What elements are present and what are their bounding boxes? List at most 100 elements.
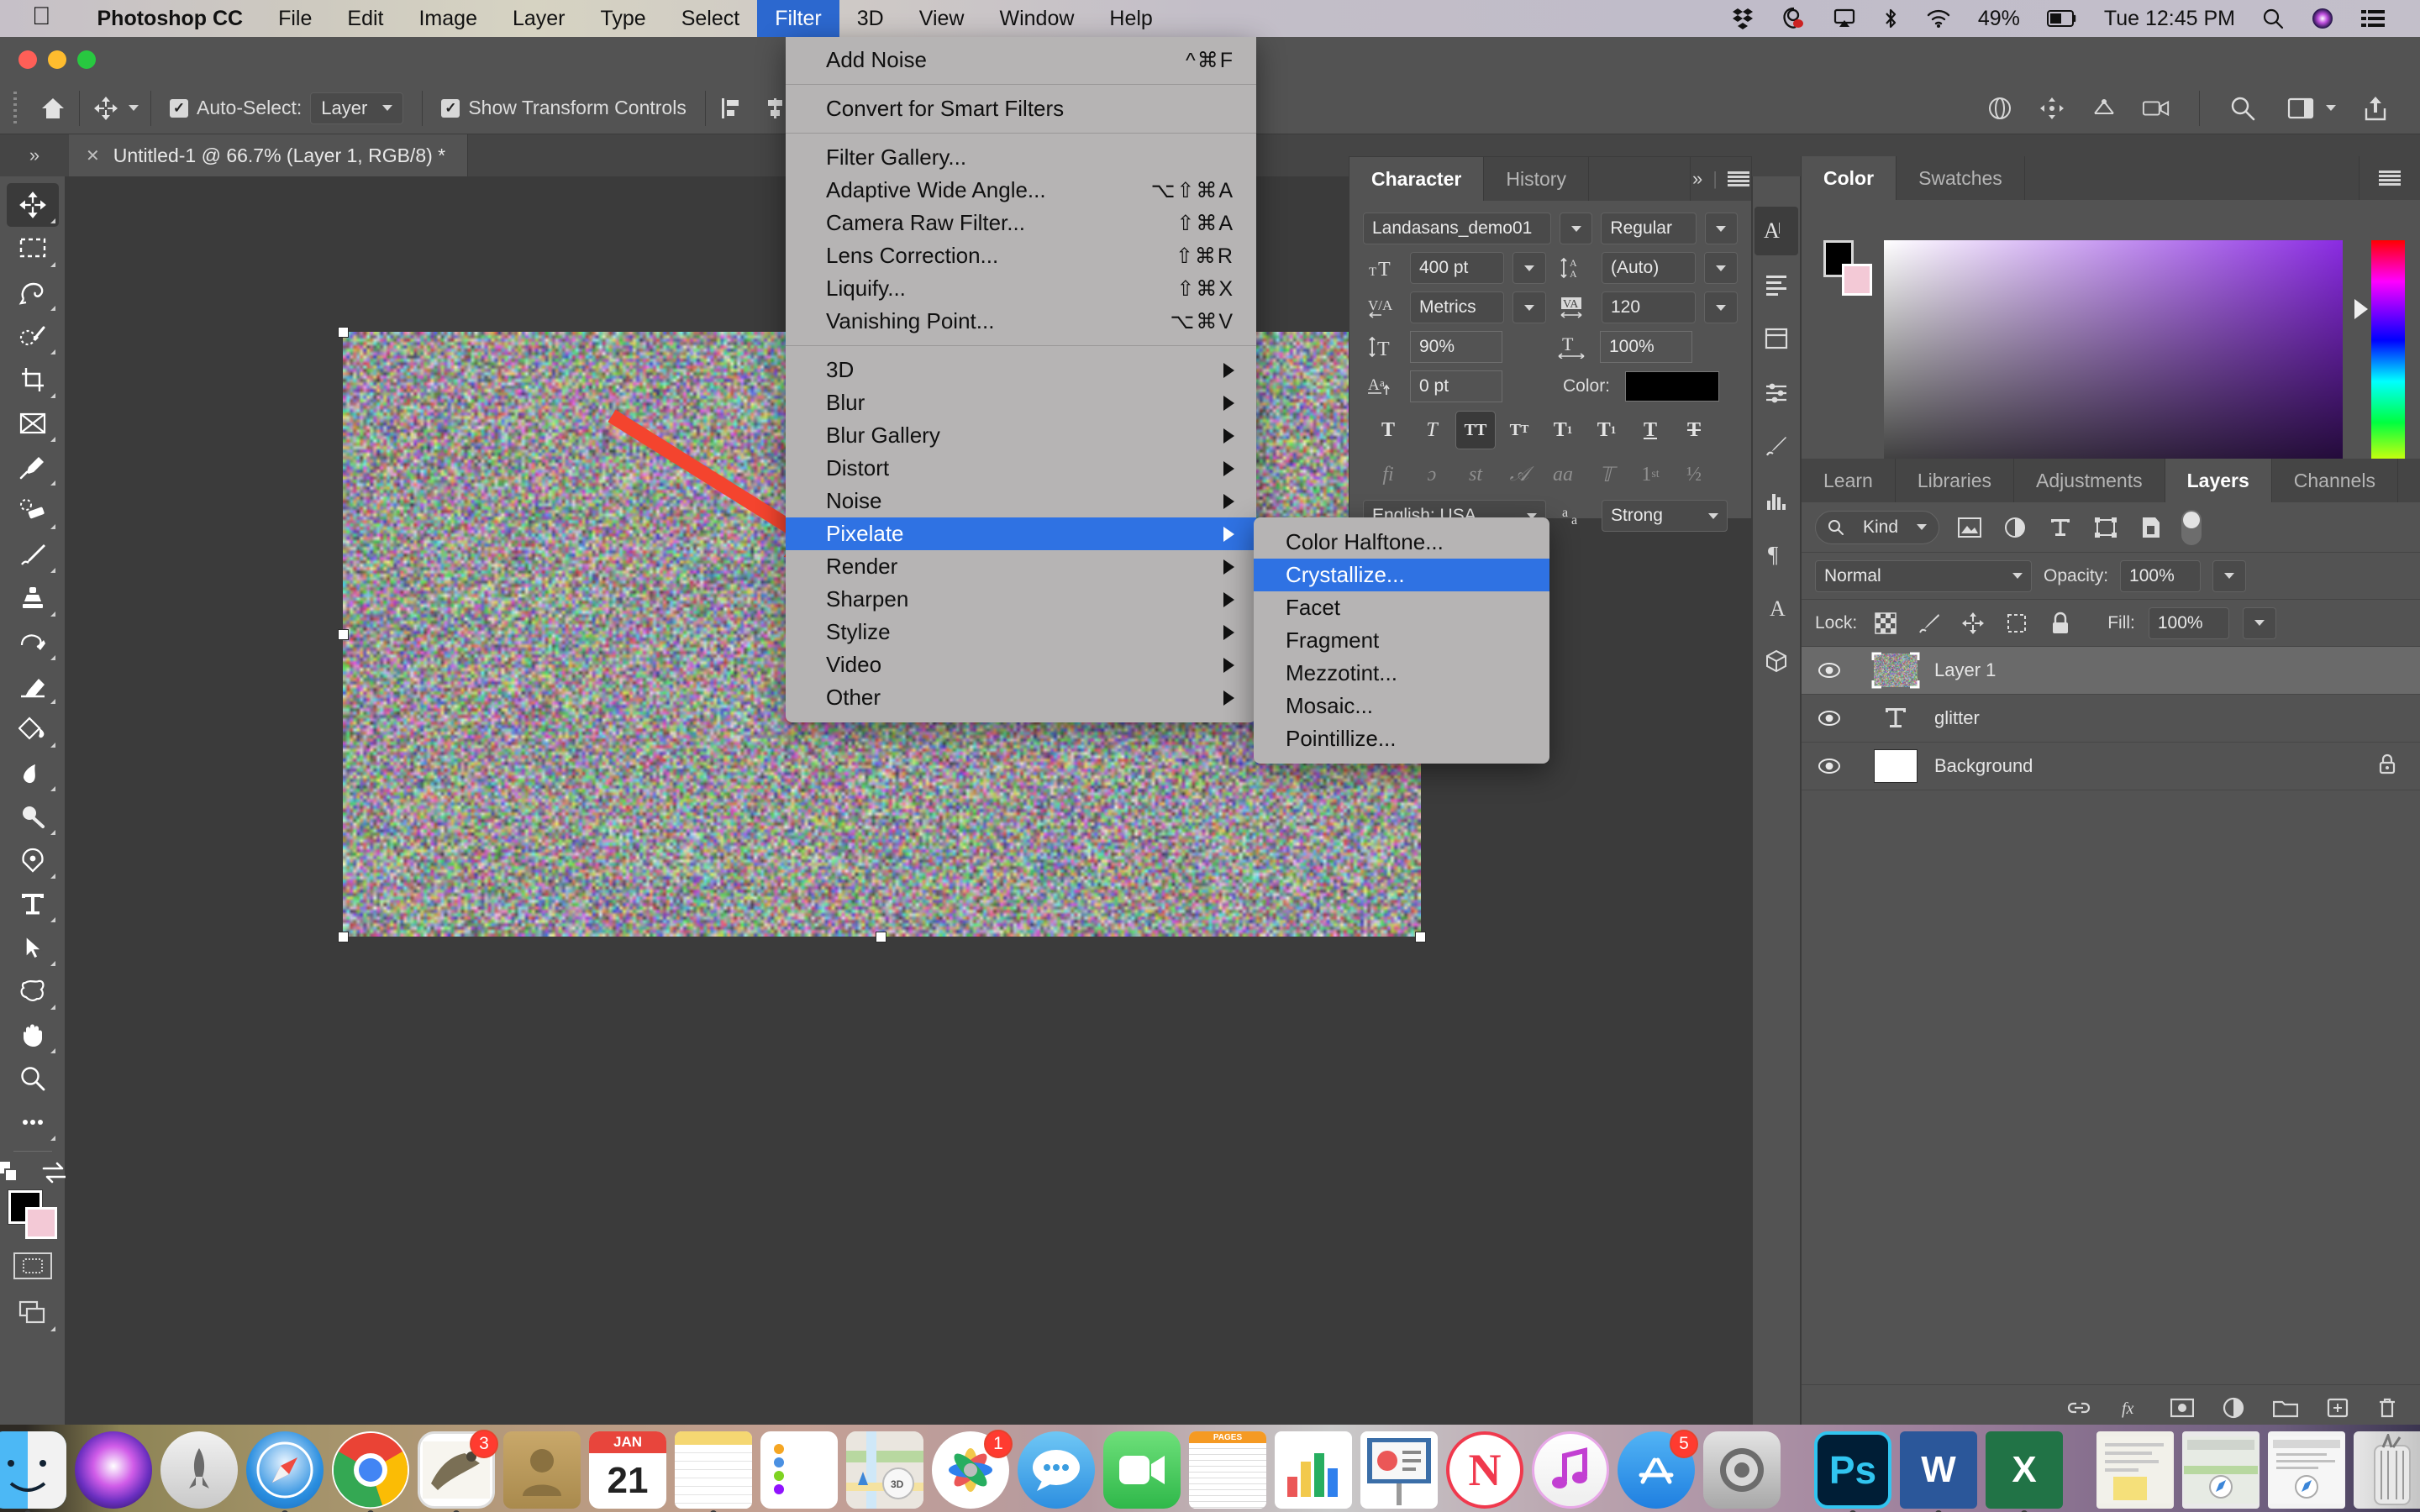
close-window-button[interactable]	[18, 50, 37, 69]
new-group-icon[interactable]	[2273, 1398, 2298, 1423]
3d-camera-icon[interactable]	[2142, 94, 2170, 123]
layer-filter-kind-dropdown[interactable]: Kind	[1815, 511, 1939, 544]
swash-icon[interactable]: 𝒜	[1499, 456, 1539, 493]
dock-item-trash[interactable]	[2354, 1431, 2420, 1509]
workspace-icon[interactable]	[2287, 94, 2316, 123]
quick-mask-icon[interactable]	[13, 1252, 52, 1279]
fill-dropdown[interactable]	[2243, 607, 2276, 639]
tab-libraries[interactable]: Libraries	[1896, 459, 2014, 502]
crop-tool[interactable]	[7, 358, 59, 402]
menu-item-other[interactable]: Other	[786, 681, 1256, 714]
hue-slider-thumb[interactable]	[2354, 299, 2368, 319]
dock-item-app-store[interactable]: 5	[1618, 1431, 1695, 1509]
move-tool-icon[interactable]	[92, 94, 120, 123]
tab-character[interactable]: Character	[1349, 157, 1484, 201]
contextual-alternates-icon[interactable]: ɔ	[1412, 456, 1452, 493]
fill-field[interactable]: 100%	[2149, 607, 2229, 639]
panel-menu-icon[interactable]	[1728, 171, 1749, 186]
default-colors-icon[interactable]	[0, 1160, 25, 1185]
menu-item-image[interactable]: Image	[401, 0, 494, 37]
history-brush-tool[interactable]	[7, 620, 59, 664]
auto-select-dropdown[interactable]: Layer	[310, 92, 403, 124]
path-selection-tool[interactable]	[7, 926, 59, 969]
text-color-swatch[interactable]	[1625, 371, 1719, 402]
type-layers-filter-icon[interactable]	[2045, 512, 2075, 543]
search-icon[interactable]	[2249, 0, 2297, 37]
menu-item-add-noise[interactable]: Add Noise ^⌘F	[786, 44, 1256, 76]
submenu-item-mezzotint[interactable]: Mezzotint...	[1254, 657, 1549, 690]
subscript-icon[interactable]: T1	[1586, 411, 1627, 449]
kerning-dropdown[interactable]	[1512, 291, 1546, 323]
opacity-dropdown[interactable]	[2212, 560, 2246, 592]
menu-item-layer[interactable]: Layer	[495, 0, 583, 37]
apple-logo-icon[interactable]: 	[32, 4, 51, 29]
menu-item-video[interactable]: Video	[786, 648, 1256, 681]
lasso-tool[interactable]	[7, 270, 59, 314]
strikethrough-icon[interactable]: T	[1674, 411, 1714, 449]
menu-item-distort[interactable]: Distort	[786, 452, 1256, 485]
cleanmymac-icon[interactable]	[1768, 0, 1820, 37]
control-center-icon[interactable]	[2348, 0, 2398, 37]
3d-mode-slide-icon[interactable]	[2090, 94, 2118, 123]
new-layer-icon[interactable]	[2327, 1397, 2349, 1424]
font-size-dropdown[interactable]	[1512, 252, 1546, 284]
shape-tool[interactable]	[7, 969, 59, 1013]
delete-layer-icon[interactable]	[2377, 1397, 2397, 1424]
layer-name[interactable]: Background	[1934, 755, 2378, 777]
zoom-tool[interactable]	[7, 1057, 59, 1100]
menu-item-blur-gallery[interactable]: Blur Gallery	[786, 419, 1256, 452]
dock-item-system-preferences[interactable]	[1703, 1431, 1781, 1509]
dodge-tool[interactable]	[7, 795, 59, 838]
leading-dropdown[interactable]	[1704, 252, 1738, 284]
menu-item-adaptive-wide-angle[interactable]: Adaptive Wide Angle... ⌥⇧⌘A	[786, 174, 1256, 207]
menu-item-convert-for-smart-filters[interactable]: Convert for Smart Filters	[786, 92, 1256, 125]
hand-tool[interactable]	[7, 1013, 59, 1057]
gradient-tool[interactable]	[7, 707, 59, 751]
tab-paths[interactable]: Paths	[2398, 459, 2420, 502]
shape-layers-filter-icon[interactable]	[2091, 512, 2121, 543]
leading-field[interactable]: (Auto)	[1602, 252, 1696, 284]
opacity-field[interactable]: 100%	[2120, 560, 2201, 592]
smart-object-filter-icon[interactable]	[2136, 512, 2166, 543]
standard-ligatures-icon[interactable]: fi	[1368, 456, 1408, 493]
menu-item-type[interactable]: Type	[583, 0, 664, 37]
layer-visibility-eye-icon[interactable]	[1802, 757, 1857, 775]
menu-item-lens-correction[interactable]: Lens Correction... ⇧⌘R	[786, 239, 1256, 272]
dock-item-stack-downloads[interactable]	[2096, 1431, 2174, 1509]
superscript-icon[interactable]: T1	[1543, 411, 1583, 449]
tab-learn[interactable]: Learn	[1802, 459, 1896, 502]
paragraph-rail-icon[interactable]: ¶	[1754, 529, 1798, 578]
share-icon[interactable]	[2361, 94, 2390, 123]
adjustment-layers-filter-icon[interactable]	[2000, 512, 2030, 543]
character-panel-rail-icon[interactable]: A |	[1754, 207, 1798, 255]
dock-item-safari[interactable]	[246, 1431, 324, 1509]
pixel-layers-filter-icon[interactable]	[1954, 512, 1985, 543]
tab-history[interactable]: History	[1484, 157, 1589, 201]
transform-handle-bl[interactable]	[338, 932, 349, 942]
submenu-item-pointillize[interactable]: Pointillize...	[1254, 722, 1549, 755]
dock-item-finder[interactable]	[0, 1431, 66, 1509]
align-left-edges-icon[interactable]	[718, 94, 746, 123]
font-style-field[interactable]: Regular	[1601, 213, 1696, 244]
character-styles-rail-icon[interactable]: A	[1754, 583, 1798, 632]
tab-adjustments[interactable]: Adjustments	[2014, 459, 2165, 502]
layer-thumbnail[interactable]	[1857, 749, 1934, 783]
home-icon[interactable]	[39, 94, 67, 123]
dock-item-excel[interactable]: X	[1986, 1431, 2063, 1509]
dock-item-messages[interactable]	[1018, 1431, 1095, 1509]
menu-item-file[interactable]: File	[260, 0, 329, 37]
dock-item-contacts[interactable]	[503, 1431, 581, 1509]
airplay-icon[interactable]	[1820, 0, 1869, 37]
layer-thumbnail[interactable]	[1857, 652, 1934, 689]
histogram-rail-icon[interactable]	[1754, 475, 1798, 524]
layer-visibility-eye-icon[interactable]	[1802, 709, 1857, 727]
dock-item-photoshop[interactable]: Ps	[1814, 1431, 1891, 1509]
dock-item-pages[interactable]: PAGES	[1189, 1431, 1266, 1509]
kerning-field[interactable]: Metrics	[1410, 291, 1504, 323]
menu-item-help[interactable]: Help	[1092, 0, 1170, 37]
tab-layers[interactable]: Layers	[2165, 459, 2272, 502]
dock-item-photos[interactable]: 1	[932, 1431, 1009, 1509]
dock-item-calendar[interactable]: JAN 21	[589, 1431, 666, 1509]
menu-item-blur[interactable]: Blur	[786, 386, 1256, 419]
lock-all-icon[interactable]	[2045, 608, 2075, 638]
